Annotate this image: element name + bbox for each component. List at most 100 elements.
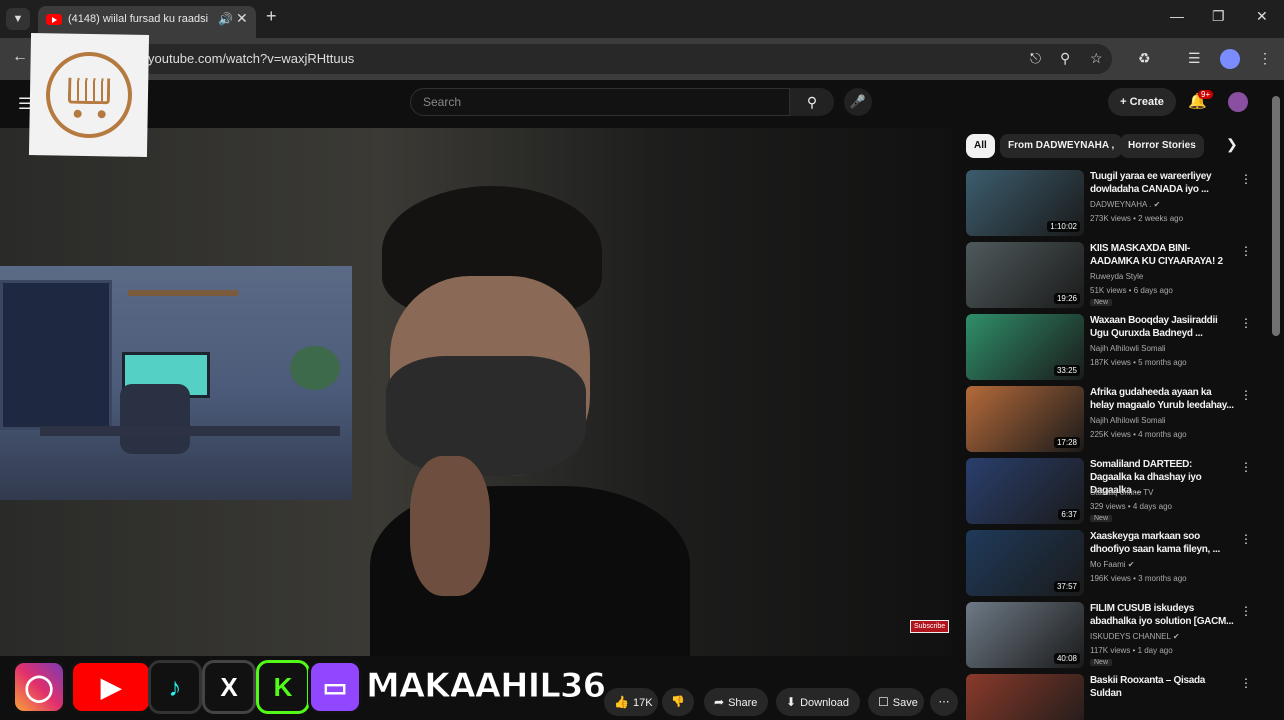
video-meta: 329 views • 4 days ago — [1090, 502, 1172, 511]
video-title[interactable]: KIIS MASKAXDA BINI-AADAMKA KU CIYAARAYA!… — [1090, 242, 1236, 268]
video-title[interactable]: Afrika gudaheeda ayaan ka helay magaalo … — [1090, 386, 1236, 412]
like-button[interactable]: 👍 17K — [604, 688, 658, 716]
download-label: Download — [800, 697, 849, 709]
channel-name[interactable]: Mo Faami ✔ — [1090, 560, 1135, 569]
channel-name-text: DADWEYNAHA . — [1090, 200, 1152, 209]
video-thumbnail[interactable]: 19:26 — [966, 242, 1084, 308]
close-tab-icon[interactable]: ✕ — [236, 10, 248, 27]
share-label: Share — [728, 697, 758, 709]
more-options-icon[interactable]: ⋮ — [1240, 676, 1252, 690]
search-input[interactable]: Search — [410, 88, 790, 116]
channel-name[interactable]: Najih Alhilowli Somali — [1090, 344, 1166, 353]
channel-name[interactable]: ISKUDEYS CHANNEL ✔ — [1090, 632, 1180, 641]
channel-name-text: Mo Faami — [1090, 560, 1126, 569]
search-icon: ⚲ — [806, 94, 818, 110]
profile-avatar[interactable] — [1220, 49, 1240, 69]
video-player[interactable]: Subscribe — [0, 128, 952, 656]
video-title[interactable]: Waxaan Booqday Jasiiraddii Ugu Quruxda B… — [1090, 314, 1236, 340]
more-options-icon[interactable]: ⋮ — [1240, 316, 1252, 330]
search-button[interactable]: ⚲ — [790, 88, 834, 116]
save-button[interactable]: ☐ Save — [868, 688, 924, 716]
channel-name[interactable]: DADWEYNAHA . ✔ — [1090, 200, 1160, 209]
address-bar[interactable]: youtube.com/watch?v=waxjRHttuus — [132, 44, 1112, 74]
chips-next-arrow-icon[interactable]: ❯ — [1226, 136, 1238, 153]
new-tab-icon[interactable]: + — [266, 6, 277, 27]
video-duration: 33:25 — [1053, 365, 1080, 376]
minimize-icon[interactable]: — — [1170, 8, 1184, 24]
video-title[interactable]: Baskii Rooxanta – Qisada Suldan — [1090, 674, 1236, 700]
recommendation-item[interactable]: 40:08 FILIM CUSUB iskudeys abadhalka iyo … — [966, 602, 1266, 670]
person-at-desk — [120, 384, 190, 454]
video-thumbnail[interactable]: 40:08 — [966, 602, 1084, 668]
tab-search-dropdown[interactable]: ▼ — [6, 8, 30, 30]
channel-name-text: Saadaq online TV — [1090, 488, 1154, 497]
maximize-icon[interactable]: ❐ — [1212, 8, 1225, 25]
dislike-button[interactable]: 👎 — [662, 688, 694, 716]
create-button[interactable]: + Create — [1108, 88, 1176, 116]
video-duration: 6:37 — [1058, 509, 1080, 520]
voice-search-mic-icon[interactable]: 🎤 — [844, 88, 872, 116]
recommendation-item[interactable]: 1:10:02 Tuugil yaraa ee wareerliyey dowla… — [966, 170, 1266, 238]
more-actions-button[interactable]: ⋯ — [930, 688, 958, 716]
video-thumbnail[interactable] — [966, 674, 1084, 720]
youtube-account-avatar[interactable] — [1228, 92, 1248, 112]
recommendation-item[interactable]: 33:25 Waxaan Booqday Jasiiraddii Ugu Quru… — [966, 314, 1266, 382]
chip-from-channel[interactable]: From DADWEYNAHA , — [1000, 134, 1123, 158]
channel-name-text: ISKUDEYS CHANNEL — [1090, 632, 1171, 641]
more-options-icon[interactable]: ⋮ — [1240, 532, 1252, 546]
audio-playing-icon[interactable]: 🔊 — [218, 12, 233, 26]
recommendation-item[interactable]: 17:28 Afrika gudaheeda ayaan ka helay mag… — [966, 386, 1266, 454]
more-options-icon[interactable]: ⋮ — [1240, 244, 1252, 258]
channel-name[interactable]: Saadaq online TV — [1090, 488, 1153, 497]
more-options-icon[interactable]: ⋮ — [1240, 604, 1252, 618]
share-button[interactable]: ➦ Share — [704, 688, 768, 716]
video-thumbnail[interactable]: 37:57 — [966, 530, 1084, 596]
download-button[interactable]: ⬇ Download — [776, 688, 860, 716]
save-label: Save — [892, 697, 918, 709]
video-meta: 225K views • 4 months ago — [1090, 430, 1187, 439]
video-title[interactable]: Xaaskeyga markaan soo dhoofiyo saan kama… — [1090, 530, 1236, 556]
scrollbar[interactable] — [1272, 96, 1280, 336]
video-thumbnail[interactable]: 33:25 — [966, 314, 1084, 380]
more-options-icon[interactable]: ⋮ — [1240, 172, 1252, 186]
video-thumbnail[interactable]: 17:28 — [966, 386, 1084, 452]
tab-title: (4148) wiilal fursad ku raadsi — [68, 13, 209, 25]
url-text[interactable]: youtube.com/watch?v=waxjRHttuus — [148, 51, 354, 66]
install-app-icon[interactable]: ⎋ — [1030, 50, 1041, 67]
chip-all[interactable]: All — [966, 134, 995, 158]
recommendation-item[interactable]: Baskii Rooxanta – Qisada Suldan ⋮ — [966, 674, 1266, 720]
media-controls-icon[interactable]: ☰ — [1188, 50, 1201, 67]
zoom-icon[interactable]: ⚲ — [1060, 50, 1070, 67]
youtube-icon: ▶ — [70, 660, 152, 714]
video-thumbnail[interactable]: 6:37 — [966, 458, 1084, 524]
channel-name[interactable]: Najih Alhilowli Somali — [1090, 416, 1166, 425]
channel-name[interactable]: Ruweyda Style — [1090, 272, 1143, 281]
recommendation-item[interactable]: 19:26 KIIS MASKAXDA BINI-AADAMKA KU CIYAA… — [966, 242, 1266, 310]
more-options-icon[interactable]: ⋮ — [1240, 388, 1252, 402]
video-meta: 51K views • 6 days ago — [1090, 286, 1173, 295]
close-window-icon[interactable]: ✕ — [1256, 8, 1268, 25]
video-meta: 187K views • 5 months ago — [1090, 358, 1187, 367]
browser-tab-strip: ▼ (4148) wiilal fursad ku raadsi 🔊 ✕ + —… — [0, 0, 1284, 38]
video-duration: 17:28 — [1053, 437, 1080, 448]
extensions-icon[interactable]: ♻ — [1138, 50, 1151, 67]
browser-menu-icon[interactable]: ⋮ — [1258, 50, 1272, 67]
hand — [410, 456, 490, 596]
social-overlay: ◯ ▶ ♪ X K ▭ MAKAAHIL36 — [10, 656, 607, 716]
bookmark-star-icon[interactable]: ☆ — [1090, 50, 1103, 67]
recommendation-item[interactable]: 6:37 Somaliland DARTEED: Dagaalka ka dhas… — [966, 458, 1266, 526]
video-title[interactable]: Tuugil yaraa ee wareerliyey dowladaha CA… — [1090, 170, 1236, 196]
shopping-cart-logo — [28, 32, 150, 158]
plant — [290, 346, 340, 390]
back-arrow-icon[interactable]: ← — [12, 48, 28, 66]
more-options-icon[interactable]: ⋮ — [1240, 460, 1252, 474]
chip-horror-stories[interactable]: Horror Stories — [1120, 134, 1204, 158]
streamer-person — [360, 186, 700, 656]
subscribe-watermark-button[interactable]: Subscribe — [910, 620, 950, 633]
video-thumbnail[interactable]: 1:10:02 — [966, 170, 1084, 236]
recommendation-item[interactable]: 37:57 Xaaskeyga markaan soo dhoofiyo saan… — [966, 530, 1266, 598]
video-title[interactable]: FILIM CUSUB iskudeys abadhalka iyo solut… — [1090, 602, 1236, 628]
channel-name-text: Najih Alhilowli Somali — [1090, 344, 1166, 353]
twitch-icon: ▭ — [308, 660, 362, 714]
shopping-cart-icon — [67, 77, 111, 105]
